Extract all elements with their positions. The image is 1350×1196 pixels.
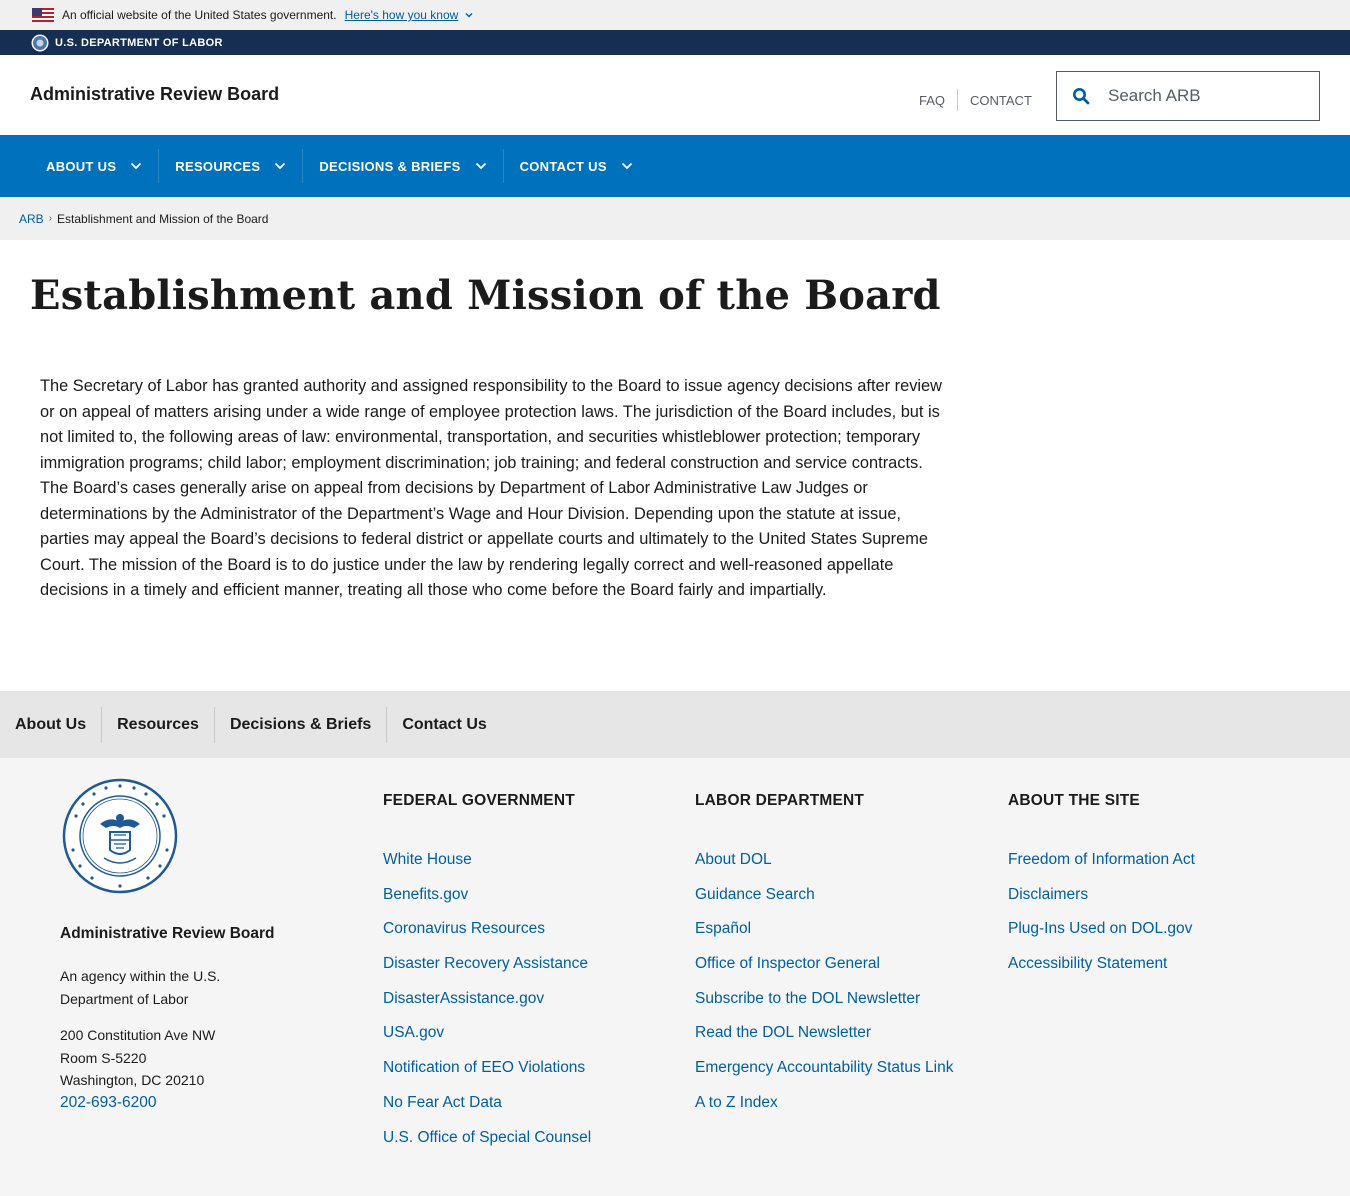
chevron-down-icon[interactable] bbox=[464, 10, 474, 20]
footer-nav-decisions-briefs[interactable]: Decisions & Briefs bbox=[215, 706, 388, 743]
footer-link[interactable]: Read the DOL Newsletter bbox=[695, 1021, 953, 1056]
heres-how-you-know-link[interactable]: Here's how you know bbox=[345, 8, 459, 22]
page-title: Establishment and Mission of the Board bbox=[30, 272, 941, 319]
footer-column-heading: FEDERAL GOVERNMENT bbox=[383, 792, 575, 809]
footer-link[interactable]: White House bbox=[383, 848, 591, 883]
footer-address: 200 Constitution Ave NW Room S-5220 Wash… bbox=[60, 1024, 215, 1092]
footer-column-labor-department: LABOR DEPARTMENT About DOL Guidance Sear… bbox=[695, 792, 953, 1126]
dol-strip: U.S. DEPARTMENT OF LABOR bbox=[0, 30, 1350, 55]
footer-link[interactable]: Accessibility Statement bbox=[1008, 952, 1195, 987]
footer-link[interactable]: Office of Inspector General bbox=[695, 952, 953, 987]
footer-link[interactable]: DisasterAssistance.gov bbox=[383, 987, 591, 1022]
footer-column-about-the-site: ABOUT THE SITE Freedom of Information Ac… bbox=[1008, 792, 1195, 987]
footer-phone-link[interactable]: 202-693-6200 bbox=[60, 1094, 157, 1112]
footer-agency-name: Administrative Review Board bbox=[60, 925, 275, 942]
nav-decisions-briefs[interactable]: DECISIONS & BRIEFS bbox=[303, 149, 504, 183]
footer-link[interactable]: U.S. Office of Special Counsel bbox=[383, 1126, 591, 1161]
footer-nav-contact-us[interactable]: Contact Us bbox=[387, 707, 501, 743]
footer-link[interactable]: Disclaimers bbox=[1008, 883, 1195, 918]
nav-decisions-briefs-label: DECISIONS & BRIEFS bbox=[319, 158, 461, 174]
utility-divider bbox=[957, 89, 959, 111]
footer-agency-description: An agency within the U.S. Department of … bbox=[60, 968, 221, 1007]
search-input[interactable] bbox=[1108, 86, 1298, 106]
footer-link[interactable]: No Fear Act Data bbox=[383, 1091, 591, 1126]
nav-about-us[interactable]: ABOUT US bbox=[30, 149, 160, 183]
site-title[interactable]: Administrative Review Board bbox=[30, 84, 279, 105]
faq-link[interactable]: FAQ bbox=[919, 93, 945, 108]
us-flag-icon bbox=[32, 8, 54, 22]
footer-link[interactable]: Notification of EEO Violations bbox=[383, 1056, 591, 1091]
footer-link[interactable]: Español bbox=[695, 917, 953, 952]
address-line: Washington, DC 20210 bbox=[60, 1072, 205, 1088]
nav-contact-us-label: CONTACT US bbox=[519, 158, 607, 174]
chevron-down-icon bbox=[621, 162, 632, 170]
gov-banner: An official website of the United States… bbox=[0, 0, 1350, 30]
dol-strip-label[interactable]: U.S. DEPARTMENT OF LABOR bbox=[55, 37, 223, 49]
footer-column-federal-government: FEDERAL GOVERNMENT White House Benefits.… bbox=[383, 792, 591, 1160]
nav-about-us-label: ABOUT US bbox=[46, 158, 117, 174]
footer-link[interactable]: Emergency Accountability Status Link bbox=[695, 1056, 953, 1091]
gov-banner-text: An official website of the United States… bbox=[62, 8, 337, 22]
footer-column-heading: LABOR DEPARTMENT bbox=[695, 792, 865, 809]
breadcrumb: ARB › Establishment and Mission of the B… bbox=[0, 197, 1350, 240]
footer-link[interactable]: Benefits.gov bbox=[383, 883, 591, 918]
chevron-down-icon bbox=[475, 162, 486, 170]
footer-link[interactable]: Subscribe to the DOL Newsletter bbox=[695, 987, 953, 1022]
main-nav: ABOUT US RESOURCES DECISIONS & BRIEFS CO… bbox=[0, 135, 1350, 197]
footer-link[interactable]: Coronavirus Resources bbox=[383, 917, 591, 952]
site-header: Administrative Review Board FAQ CONTACT bbox=[0, 55, 1350, 135]
address-line: Room S-5220 bbox=[60, 1049, 147, 1066]
footer-link[interactable]: USA.gov bbox=[383, 1021, 591, 1056]
contact-link[interactable]: CONTACT bbox=[970, 93, 1032, 108]
breadcrumb-separator-icon: › bbox=[48, 213, 53, 224]
nav-resources-label: RESOURCES bbox=[175, 158, 261, 174]
footer-link[interactable]: Disaster Recovery Assistance bbox=[383, 952, 591, 987]
footer-nav-about-us[interactable]: About Us bbox=[0, 706, 103, 743]
footer-column-heading: ABOUT THE SITE bbox=[1008, 792, 1140, 809]
dol-seal-icon[interactable] bbox=[31, 34, 49, 52]
site-footer: Administrative Review Board An agency wi… bbox=[0, 758, 1350, 1196]
search-icon[interactable] bbox=[1072, 87, 1090, 105]
footer-link[interactable]: A to Z Index bbox=[695, 1091, 953, 1126]
nav-resources[interactable]: RESOURCES bbox=[159, 149, 304, 183]
nav-contact-us[interactable]: CONTACT US bbox=[504, 149, 649, 183]
chevron-down-icon bbox=[131, 162, 142, 170]
address-line: 200 Constitution Ave NW bbox=[60, 1027, 216, 1043]
dol-seal-logo-icon bbox=[62, 778, 178, 894]
search-box bbox=[1056, 71, 1320, 121]
chevron-down-icon bbox=[275, 162, 286, 170]
utility-links: FAQ CONTACT bbox=[919, 89, 1032, 111]
footer-link[interactable]: Plug-Ins Used on DOL.gov bbox=[1008, 917, 1195, 952]
footer-nav: About Us Resources Decisions & Briefs Co… bbox=[0, 691, 1350, 758]
mission-paragraph: The Secretary of Labor has granted autho… bbox=[40, 377, 942, 599]
breadcrumb-current: Establishment and Mission of the Board bbox=[57, 211, 269, 226]
breadcrumb-home-link[interactable]: ARB bbox=[19, 212, 44, 226]
footer-link[interactable]: Freedom of Information Act bbox=[1008, 848, 1195, 883]
footer-link[interactable]: Guidance Search bbox=[695, 883, 953, 918]
footer-link[interactable]: About DOL bbox=[695, 848, 953, 883]
footer-nav-resources[interactable]: Resources bbox=[102, 706, 215, 743]
